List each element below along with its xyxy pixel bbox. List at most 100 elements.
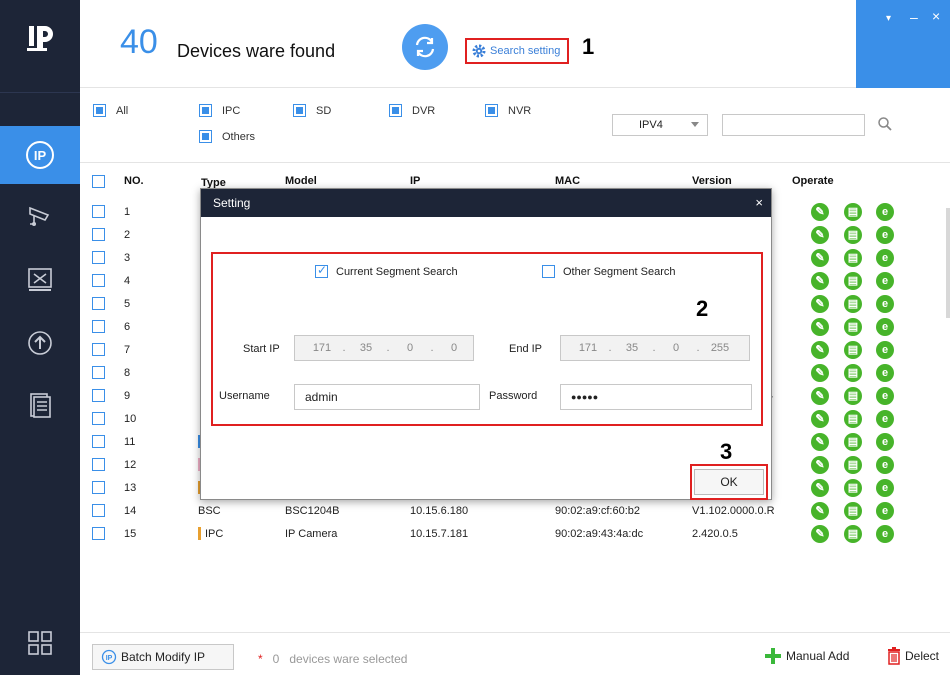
table-row[interactable]: 14 BSC BSC1204B 10.15.6.180 90:02:a9:cf:60:b… [80, 500, 946, 523]
sidebar-item-camera[interactable] [0, 186, 80, 244]
filter-ipc-checkbox[interactable] [199, 104, 212, 117]
web-icon[interactable]: e [876, 387, 894, 405]
filter-nvr[interactable]: NVR [485, 104, 531, 117]
info-icon[interactable]: ▤ [844, 272, 862, 290]
web-icon[interactable]: e [876, 203, 894, 221]
search-setting-button[interactable]: Search setting [465, 38, 569, 64]
window-menu-button[interactable]: ▾ [886, 12, 891, 26]
row-checkbox[interactable] [92, 297, 105, 310]
row-checkbox[interactable] [92, 228, 105, 241]
manual-add-button[interactable]: Manual Add [764, 647, 849, 665]
info-icon[interactable]: ▤ [844, 410, 862, 428]
row-checkbox[interactable] [92, 366, 105, 379]
sidebar-item-apps[interactable] [0, 614, 80, 672]
edit-icon[interactable]: ✎ [811, 295, 829, 313]
web-icon[interactable]: e [876, 272, 894, 290]
row-checkbox[interactable] [92, 343, 105, 356]
info-icon[interactable]: ▤ [844, 479, 862, 497]
edit-icon[interactable]: ✎ [811, 364, 829, 382]
info-icon[interactable]: ▤ [844, 318, 862, 336]
row-checkbox[interactable] [92, 458, 105, 471]
row-checkbox[interactable] [92, 274, 105, 287]
filter-sd-checkbox[interactable] [293, 104, 306, 117]
web-icon[interactable]: e [876, 318, 894, 336]
row-checkbox[interactable] [92, 527, 105, 540]
edit-icon[interactable]: ✎ [811, 387, 829, 405]
info-icon[interactable]: ▤ [844, 249, 862, 267]
info-icon[interactable]: ▤ [844, 502, 862, 520]
ok-button[interactable]: OK [694, 469, 764, 495]
delete-button[interactable]: Delect [886, 647, 939, 665]
filter-dvr-checkbox[interactable] [389, 104, 402, 117]
row-checkbox[interactable] [92, 412, 105, 425]
other-segment-option[interactable]: Other Segment Search [542, 265, 676, 278]
filter-others[interactable]: Others [199, 130, 255, 143]
table-row[interactable]: 15 IPC IP Camera 10.15.7.181 90:02:a9:43:4a:… [80, 523, 946, 546]
filter-others-checkbox[interactable] [199, 130, 212, 143]
ip-version-select[interactable]: IPV4 [612, 114, 708, 136]
filter-sd[interactable]: SD [293, 104, 331, 117]
info-icon[interactable]: ▤ [844, 456, 862, 474]
current-segment-option[interactable]: Current Segment Search [315, 263, 458, 278]
select-all-checkbox[interactable] [92, 175, 105, 188]
web-icon[interactable]: e [876, 433, 894, 451]
info-icon[interactable]: ▤ [844, 433, 862, 451]
info-icon[interactable]: ▤ [844, 364, 862, 382]
dialog-close-button[interactable]: × [755, 189, 763, 217]
edit-icon[interactable]: ✎ [811, 456, 829, 474]
current-segment-checkbox[interactable] [315, 263, 328, 278]
info-icon[interactable]: ▤ [844, 203, 862, 221]
row-checkbox[interactable] [92, 481, 105, 494]
filter-all-checkbox[interactable] [93, 104, 106, 117]
info-icon[interactable]: ▤ [844, 341, 862, 359]
batch-modify-ip-button[interactable]: IP Batch Modify IP [92, 644, 234, 670]
table-scrollbar[interactable] [946, 208, 950, 318]
row-checkbox[interactable] [92, 320, 105, 333]
row-checkbox[interactable] [92, 435, 105, 448]
row-checkbox[interactable] [92, 205, 105, 218]
close-window-button[interactable]: × [932, 9, 940, 23]
edit-icon[interactable]: ✎ [811, 249, 829, 267]
edit-icon[interactable]: ✎ [811, 341, 829, 359]
web-icon[interactable]: e [876, 249, 894, 267]
info-icon[interactable]: ▤ [844, 295, 862, 313]
username-field[interactable]: admin [294, 384, 480, 410]
row-checkbox[interactable] [92, 251, 105, 264]
edit-icon[interactable]: ✎ [811, 226, 829, 244]
web-icon[interactable]: e [876, 525, 894, 543]
web-icon[interactable]: e [876, 226, 894, 244]
sidebar-item-ip-search[interactable]: IP [0, 126, 80, 184]
web-icon[interactable]: e [876, 341, 894, 359]
password-field[interactable]: ●●●●● [560, 384, 752, 410]
edit-icon[interactable]: ✎ [811, 272, 829, 290]
minimize-button[interactable]: – [910, 10, 918, 24]
web-icon[interactable]: e [876, 456, 894, 474]
sidebar-item-docs[interactable] [0, 376, 80, 434]
web-icon[interactable]: e [876, 295, 894, 313]
filter-ipc[interactable]: IPC [199, 104, 240, 117]
edit-icon[interactable]: ✎ [811, 525, 829, 543]
start-ip-field[interactable]: 171. 35. 0. 0 [294, 335, 474, 361]
edit-icon[interactable]: ✎ [811, 502, 829, 520]
search-icon[interactable] [877, 116, 893, 132]
edit-icon[interactable]: ✎ [811, 479, 829, 497]
other-segment-checkbox[interactable] [542, 265, 555, 278]
filter-all[interactable]: All [93, 104, 128, 117]
info-icon[interactable]: ▤ [844, 525, 862, 543]
web-icon[interactable]: e [876, 364, 894, 382]
refresh-button[interactable] [402, 24, 448, 70]
edit-icon[interactable]: ✎ [811, 410, 829, 428]
web-icon[interactable]: e [876, 479, 894, 497]
sidebar-item-upgrade[interactable] [0, 314, 80, 372]
info-icon[interactable]: ▤ [844, 387, 862, 405]
edit-icon[interactable]: ✎ [811, 203, 829, 221]
row-checkbox[interactable] [92, 504, 105, 517]
info-icon[interactable]: ▤ [844, 226, 862, 244]
web-icon[interactable]: e [876, 410, 894, 428]
edit-icon[interactable]: ✎ [811, 433, 829, 451]
filter-dvr[interactable]: DVR [389, 104, 435, 117]
search-input[interactable] [722, 114, 865, 136]
end-ip-field[interactable]: 171. 35. 0. 255 [560, 335, 750, 361]
edit-icon[interactable]: ✎ [811, 318, 829, 336]
sidebar-item-tools[interactable] [0, 250, 80, 308]
